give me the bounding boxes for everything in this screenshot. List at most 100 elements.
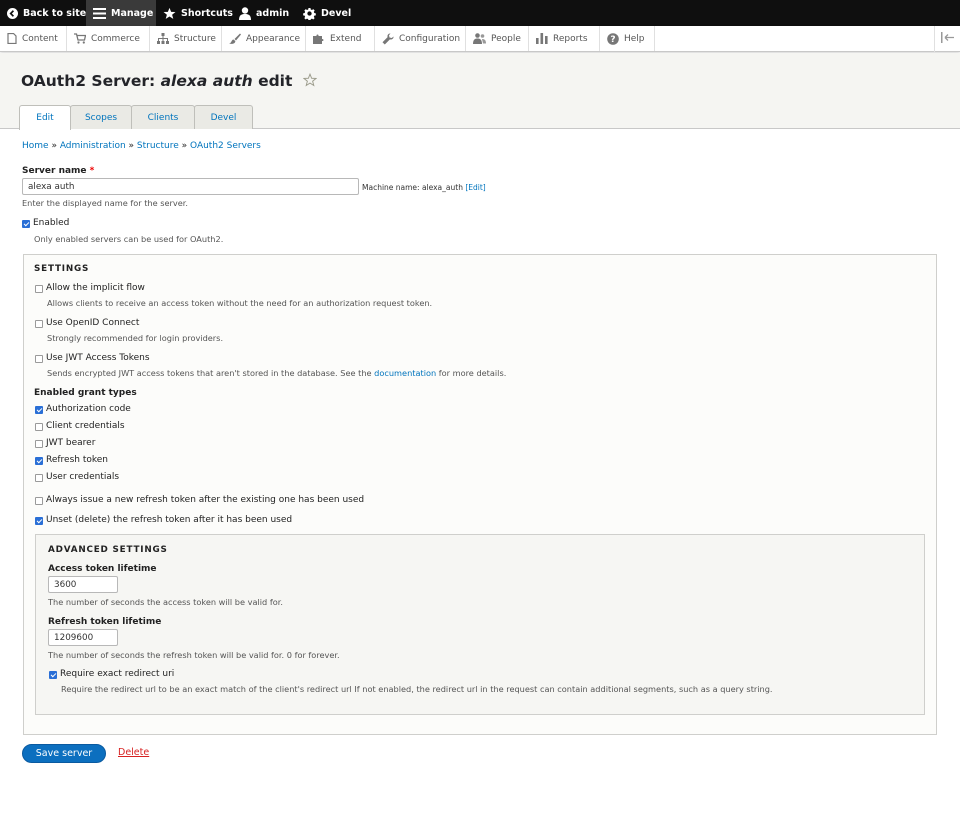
exact-redirect-checkbox[interactable] bbox=[49, 671, 57, 679]
tray-item-reports[interactable]: Reports bbox=[529, 26, 600, 51]
page-header: OAuth2 Server: alexa auth edit Edit Scop… bbox=[0, 53, 960, 130]
advanced-settings-fieldset: ADVANCED SETTINGS Access token lifetime … bbox=[35, 534, 925, 715]
manage-label: Manage bbox=[111, 7, 154, 19]
unset-refresh-checkbox[interactable] bbox=[35, 517, 43, 525]
content-icon bbox=[7, 33, 17, 44]
machine-name-text: Machine name: alexa_auth bbox=[362, 183, 466, 192]
title-server-name: alexa auth bbox=[160, 72, 253, 90]
back-to-site-label: Back to site bbox=[23, 7, 87, 19]
shortcuts-tab[interactable]: Shortcuts bbox=[156, 0, 233, 26]
grant-user-credentials-checkbox[interactable] bbox=[35, 474, 43, 482]
server-name-label: Server name * bbox=[22, 166, 94, 176]
grant-type-label: User credentials bbox=[46, 472, 120, 482]
tray-item-label: Reports bbox=[553, 33, 588, 44]
breadcrumb-separator: » bbox=[125, 141, 137, 151]
machine-name: Machine name: alexa_auth [Edit] bbox=[362, 183, 486, 192]
tab-label: Edit bbox=[36, 113, 54, 123]
tray-item-label: Commerce bbox=[91, 33, 140, 44]
unset-refresh-label: Unset (delete) the refresh token after i… bbox=[46, 515, 293, 525]
tray-item-label: People bbox=[491, 33, 521, 44]
gear-icon bbox=[303, 7, 316, 20]
server-name-description: Enter the displayed name for the server. bbox=[22, 198, 189, 208]
tray-item-people[interactable]: People bbox=[466, 26, 529, 51]
structure-icon bbox=[157, 33, 169, 44]
tab-edit[interactable]: Edit bbox=[19, 105, 71, 130]
delete-link[interactable]: Delete bbox=[118, 747, 149, 758]
tab-clients[interactable]: Clients bbox=[131, 105, 195, 129]
tray-item-help[interactable]: ? Help bbox=[600, 26, 655, 51]
bar-chart-icon bbox=[536, 33, 548, 44]
manage-tab[interactable]: Manage bbox=[86, 0, 156, 26]
shortcuts-label: Shortcuts bbox=[181, 7, 233, 19]
settings-legend: SETTINGS bbox=[34, 264, 90, 274]
breadcrumb-administration[interactable]: Administration bbox=[60, 141, 126, 151]
grant-type-label: JWT bearer bbox=[46, 438, 96, 448]
documentation-link[interactable]: documentation bbox=[374, 368, 436, 378]
tray-item-label: Appearance bbox=[246, 33, 301, 44]
tray-item-label: Configuration bbox=[399, 33, 461, 44]
grant-type-label: Refresh token bbox=[46, 455, 109, 465]
tab-devel[interactable]: Devel bbox=[194, 105, 253, 129]
enabled-description: Only enabled servers can be used for OAu… bbox=[34, 234, 224, 244]
breadcrumb-oauth2-servers[interactable]: OAuth2 Servers bbox=[190, 141, 261, 151]
breadcrumb-separator: » bbox=[178, 141, 191, 151]
paintbrush-icon bbox=[229, 33, 241, 44]
breadcrumb-structure[interactable]: Structure bbox=[137, 141, 179, 151]
wrench-icon bbox=[382, 32, 394, 45]
access-token-lifetime-input[interactable]: 3600 bbox=[48, 576, 118, 593]
openid-connect-checkbox[interactable] bbox=[35, 320, 43, 328]
title-prefix: OAuth2 Server: bbox=[21, 72, 161, 90]
breadcrumb: Home » Administration » Structure » OAut… bbox=[22, 141, 261, 151]
openid-connect-label: Use OpenID Connect bbox=[46, 318, 140, 328]
tray-item-label: Help bbox=[624, 33, 645, 44]
grant-type-label: Client credentials bbox=[46, 421, 125, 431]
grant-refresh-token-checkbox[interactable] bbox=[35, 457, 43, 465]
tray-orientation-toggle[interactable] bbox=[934, 26, 960, 52]
grant-authorization-code-checkbox[interactable] bbox=[35, 406, 43, 414]
jwt-desc-text: Sends encrypted JWT access tokens that a… bbox=[47, 368, 375, 378]
breadcrumb-separator: » bbox=[48, 141, 60, 151]
devel-tab[interactable]: Devel bbox=[296, 0, 356, 26]
tray-item-commerce[interactable]: Commerce bbox=[67, 26, 150, 51]
enabled-checkbox[interactable] bbox=[22, 220, 30, 228]
server-name-input[interactable]: alexa auth bbox=[22, 178, 359, 195]
jwt-tokens-checkbox[interactable] bbox=[35, 355, 43, 363]
title-suffix: edit bbox=[252, 72, 293, 90]
breadcrumb-home[interactable]: Home bbox=[22, 141, 49, 151]
required-marker: * bbox=[89, 166, 95, 176]
always-issue-refresh-label: Always issue a new refresh token after t… bbox=[46, 495, 365, 505]
exact-redirect-label: Require exact redirect uri bbox=[60, 669, 175, 679]
puzzle-icon bbox=[313, 33, 325, 44]
tray-item-appearance[interactable]: Appearance bbox=[222, 26, 306, 51]
tray-item-content[interactable]: Content bbox=[0, 26, 67, 51]
user-tab[interactable]: admin bbox=[232, 0, 296, 26]
tray-item-structure[interactable]: Structure bbox=[150, 26, 222, 51]
hamburger-icon bbox=[93, 7, 106, 19]
tab-scopes[interactable]: Scopes bbox=[70, 105, 132, 129]
grant-client-credentials-checkbox[interactable] bbox=[35, 423, 43, 431]
svg-text:?: ? bbox=[610, 35, 615, 45]
advanced-settings-legend: ADVANCED SETTINGS bbox=[48, 545, 168, 555]
openid-connect-description: Strongly recommended for login providers… bbox=[47, 333, 224, 343]
help-icon: ? bbox=[607, 32, 619, 45]
jwt-tokens-description: Sends encrypted JWT access tokens that a… bbox=[47, 368, 506, 378]
admin-tray: Content Commerce Structure Appearance Ex… bbox=[0, 26, 960, 52]
tray-item-extend[interactable]: Extend bbox=[306, 26, 375, 51]
tab-label: Clients bbox=[147, 112, 179, 123]
back-to-site-link[interactable]: Back to site bbox=[0, 0, 86, 26]
grant-jwt-bearer-checkbox[interactable] bbox=[35, 440, 43, 448]
exact-redirect-description: Require the redirect url to be an exact … bbox=[61, 684, 773, 694]
tray-item-configuration[interactable]: Configuration bbox=[375, 26, 466, 51]
always-issue-refresh-checkbox[interactable] bbox=[35, 497, 43, 505]
save-server-button[interactable]: Save server bbox=[22, 744, 106, 763]
tray-item-label: Structure bbox=[174, 33, 216, 44]
machine-name-edit-link[interactable]: [Edit] bbox=[465, 183, 485, 192]
implicit-flow-label: Allow the implicit flow bbox=[46, 283, 145, 293]
user-icon bbox=[239, 6, 251, 20]
server-name-label-text: Server name bbox=[22, 166, 87, 176]
tab-label: Devel bbox=[210, 112, 237, 123]
primary-tabs: Edit Scopes Clients Devel bbox=[19, 105, 253, 130]
refresh-token-lifetime-input[interactable]: 1209600 bbox=[48, 629, 118, 646]
implicit-flow-checkbox[interactable] bbox=[35, 285, 43, 293]
shortcut-star-icon[interactable] bbox=[302, 72, 318, 91]
